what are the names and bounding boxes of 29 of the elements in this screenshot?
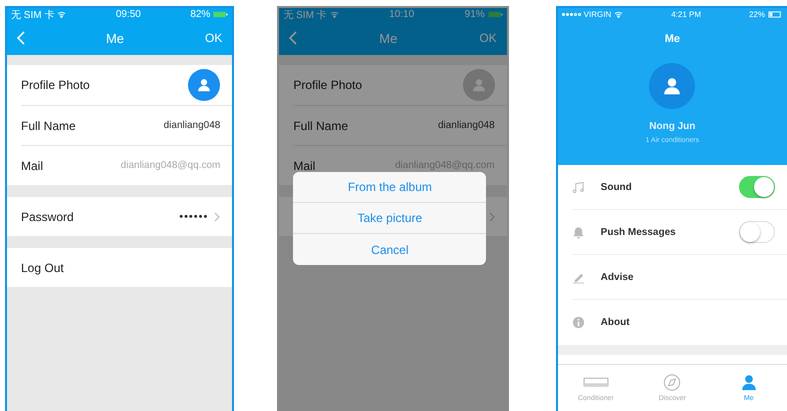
carrier-text: 无 SIM 卡 (283, 8, 327, 22)
status-time: 10:10 (389, 9, 414, 20)
row-label: Full Name (21, 118, 77, 132)
row-value: •••••• (179, 210, 208, 222)
screen-title: Me (106, 30, 124, 46)
carrier-text: VIRGIN (584, 10, 612, 19)
row-value: dianliang048 (164, 120, 220, 131)
battery-text: 82% (190, 9, 210, 20)
status-time: 09:50 (116, 9, 141, 20)
row-label: Password (21, 210, 75, 224)
battery-text: 91% (464, 9, 485, 20)
setting-label: Advise (600, 272, 634, 282)
row-label: Profile Photo (293, 78, 364, 92)
row-label: Profile Photo (21, 78, 91, 92)
screen-title: Me (379, 30, 398, 46)
carrier-text: 无 SIM 卡 (11, 8, 54, 22)
setting-label: About (600, 317, 631, 328)
setting-label: Push Messages (600, 226, 677, 238)
screen-title: Me (664, 33, 680, 45)
row-label: Log Out (21, 260, 65, 274)
row-label: Mail (293, 158, 316, 172)
battery-text: 22% (748, 10, 765, 19)
setting-label: Sound (600, 182, 633, 192)
row-value: dianliang048 (438, 120, 495, 131)
user-name: Nong Jun (649, 121, 696, 132)
row-value: dianliang048@qq.com (120, 160, 220, 171)
status-time: 4:21 PM (671, 10, 701, 19)
row-label: Mail (21, 158, 44, 172)
row-label: Full Name (293, 118, 350, 132)
